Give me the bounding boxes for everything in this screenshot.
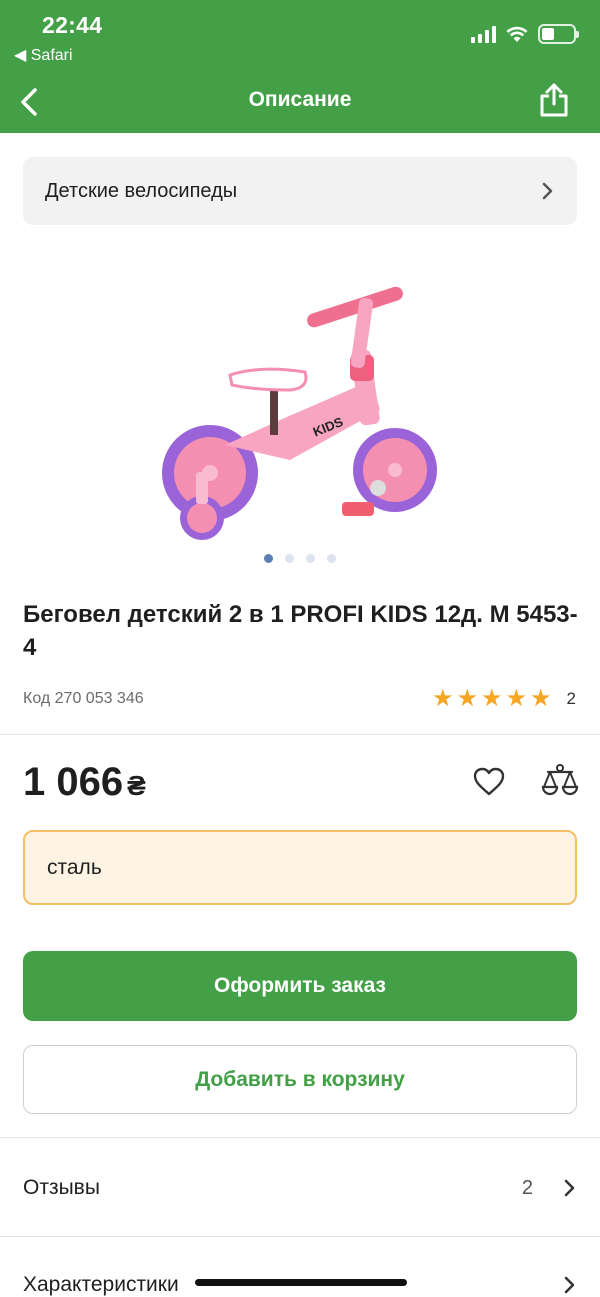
product-code: Код 270 053 346	[23, 690, 144, 707]
chevron-right-icon	[542, 182, 553, 200]
divider	[0, 1137, 600, 1138]
star-icon: ★	[530, 685, 552, 712]
characteristics-row[interactable]: Характеристики	[0, 1236, 600, 1297]
material-option-selector[interactable]: сталь	[23, 830, 577, 905]
product-rating[interactable]: ★ ★ ★ ★ ★ 2	[432, 687, 576, 711]
add-to-cart-button[interactable]: Добавить в корзину	[23, 1045, 577, 1114]
compare-button[interactable]	[540, 763, 580, 801]
reviews-count: 2	[521, 1176, 533, 1199]
share-button[interactable]	[538, 82, 570, 118]
gallery-dot[interactable]	[306, 554, 315, 563]
top-bar: 22:44 ◀ Safari Описание	[0, 0, 600, 133]
favorite-button[interactable]	[472, 766, 506, 798]
star-icon: ★	[456, 685, 478, 712]
star-icon: ★	[431, 685, 454, 712]
product-title: Беговел детский 2 в 1 PROFI KIDS 12д. M …	[23, 601, 578, 661]
share-icon	[540, 83, 568, 117]
rating-count: 2	[566, 689, 576, 708]
home-indicator[interactable]	[195, 1279, 407, 1286]
wifi-icon	[506, 26, 528, 42]
product-image-gallery[interactable]: KIDS	[0, 240, 600, 560]
star-icon: ★	[505, 685, 528, 712]
category-label: Детские велосипеды	[45, 179, 238, 202]
reviews-label: Отзывы	[23, 1176, 100, 1199]
place-order-button[interactable]: Оформить заказ	[23, 951, 577, 1021]
page-title: Описание	[248, 88, 352, 111]
category-link[interactable]: Детские велосипеды	[23, 157, 577, 225]
gallery-pagination	[0, 554, 600, 563]
battery-icon	[538, 24, 579, 44]
heart-icon	[473, 767, 505, 796]
gallery-dot[interactable]	[285, 554, 294, 563]
gallery-dot[interactable]	[327, 554, 336, 563]
chevron-right-icon	[564, 1276, 575, 1294]
price-value: 1 066	[23, 760, 124, 804]
reviews-row[interactable]: Отзывы 2	[0, 1139, 600, 1237]
divider	[0, 734, 600, 735]
chevron-right-icon	[564, 1179, 575, 1197]
gallery-dot[interactable]	[264, 554, 273, 563]
star-icon: ★	[480, 685, 503, 712]
back-to-app-link[interactable]: ◀ Safari	[14, 45, 73, 65]
status-indicators	[471, 24, 579, 44]
characteristics-label: Характеристики	[23, 1273, 179, 1296]
scales-icon	[541, 764, 579, 796]
product-price: 1 066 ₴	[23, 760, 146, 805]
price-currency: ₴	[127, 770, 146, 801]
material-option-value: сталь	[47, 855, 102, 879]
status-time: 22:44	[42, 12, 103, 38]
product-image: KIDS	[162, 286, 437, 540]
cellular-signal-icon	[471, 25, 496, 43]
